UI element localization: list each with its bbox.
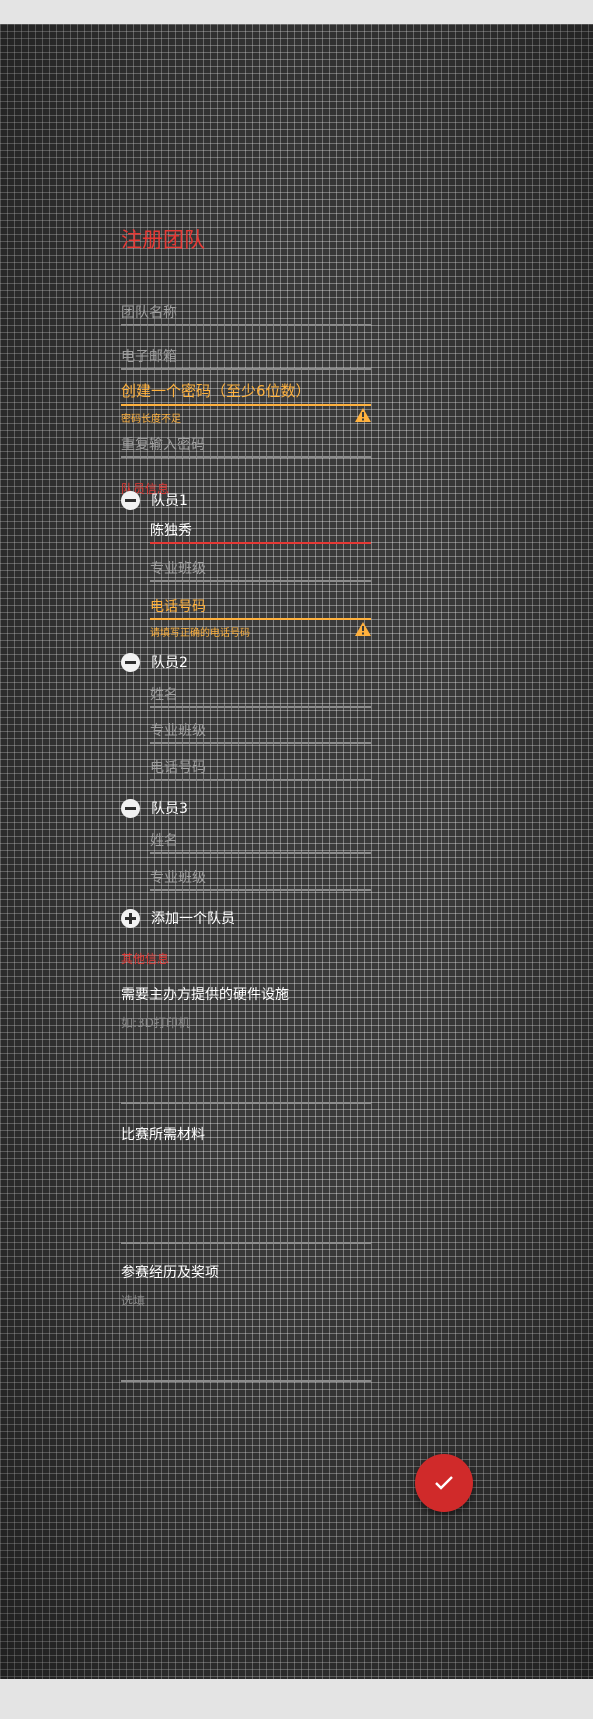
member-3-name-underline	[150, 852, 371, 854]
password-label: 创建一个密码（至少6位数）	[121, 382, 311, 400]
member-1-name-field[interactable]: 陈独秀	[150, 520, 371, 544]
experience-textarea[interactable]: 选填	[121, 1292, 145, 1309]
member-1-major-placeholder: 专业班级	[150, 561, 206, 577]
member-1-phone-underline	[150, 618, 371, 620]
member-2-major-underline	[150, 742, 371, 744]
other-section-header: 其他信息	[121, 952, 170, 966]
member-2-name-underline	[150, 706, 371, 708]
experience-label: 参赛经历及奖项	[121, 1265, 219, 1281]
member-1-phone-error-text: 请填写正确的电话号码	[150, 628, 250, 639]
member-1-phone-label: 电话号码	[150, 599, 206, 615]
member-3-name-field[interactable]: 姓名	[150, 830, 371, 854]
member-1-label: 队员1	[151, 493, 188, 509]
add-member-button[interactable]: 添加一个队员	[121, 908, 235, 928]
member-1-phone-field[interactable]: 电话号码	[150, 596, 371, 620]
materials-label: 比赛所需材料	[121, 1127, 205, 1143]
page-title: 注册团队	[121, 228, 205, 252]
hardware-underline	[121, 1102, 371, 1104]
warning-triangle-icon	[355, 622, 371, 636]
member-2-name-field[interactable]: 姓名	[150, 684, 371, 708]
member-3-major-field[interactable]: 专业班级	[150, 867, 371, 891]
member-1-name-value: 陈独秀	[150, 523, 192, 539]
member-1-name-underline	[150, 542, 371, 544]
member-3-label: 队员3	[151, 801, 188, 817]
team-name-underline	[121, 324, 371, 326]
email-field[interactable]: 电子邮箱	[121, 346, 371, 370]
hardware-label: 需要主办方提供的硬件设施	[121, 987, 289, 1003]
member-2-header: 队员2	[121, 652, 188, 672]
submit-button[interactable]	[415, 1454, 473, 1512]
hardware-textarea[interactable]: 如:3D打印机	[121, 1014, 190, 1031]
member-1-major-field[interactable]: 专业班级	[150, 558, 371, 582]
email-placeholder: 电子邮箱	[121, 349, 177, 365]
confirm-password-placeholder: 重复输入密码	[121, 437, 205, 453]
member-2-name-placeholder: 姓名	[150, 687, 178, 703]
add-member-label: 添加一个队员	[151, 911, 235, 927]
member-2-major-field[interactable]: 专业班级	[150, 720, 371, 744]
materials-textarea-underline[interactable]	[121, 1242, 371, 1244]
team-name-placeholder: 团队名称	[121, 305, 177, 321]
confirm-password-field[interactable]: 重复输入密码	[121, 434, 371, 458]
team-name-field[interactable]: 团队名称	[121, 302, 371, 326]
password-error-text: 密码长度不足	[121, 414, 181, 425]
minus-circle-icon[interactable]	[121, 652, 140, 672]
experience-underline	[121, 1380, 371, 1382]
check-icon	[435, 1476, 453, 1490]
password-field[interactable]: 创建一个密码（至少6位数）	[121, 380, 371, 406]
member-3-major-underline	[150, 889, 371, 891]
member-3-header: 队员3	[121, 798, 188, 818]
member-1-phone-error: 请填写正确的电话号码	[150, 622, 371, 639]
member-1-header: 队员1	[121, 490, 188, 510]
member-2-phone-field[interactable]: 电话号码	[150, 757, 371, 781]
member-1-major-underline	[150, 580, 371, 582]
member-3-name-placeholder: 姓名	[150, 833, 178, 849]
member-2-label: 队员2	[151, 655, 188, 671]
warning-triangle-icon	[355, 408, 371, 422]
member-2-major-placeholder: 专业班级	[150, 723, 206, 739]
member-2-phone-placeholder: 电话号码	[150, 760, 206, 776]
password-error: 密码长度不足	[121, 408, 371, 425]
password-underline	[121, 404, 371, 406]
email-underline	[121, 368, 371, 370]
member-3-major-placeholder: 专业班级	[150, 870, 206, 886]
confirm-password-underline	[121, 456, 371, 458]
plus-circle-icon[interactable]	[121, 908, 140, 928]
minus-circle-icon[interactable]	[121, 798, 140, 818]
minus-circle-icon[interactable]	[121, 490, 140, 510]
member-2-phone-underline	[150, 779, 371, 781]
page-background: 注册团队 团队名称 电子邮箱 创建一个密码（至少6位数） 密码长度不足 重复输入…	[0, 24, 593, 1679]
